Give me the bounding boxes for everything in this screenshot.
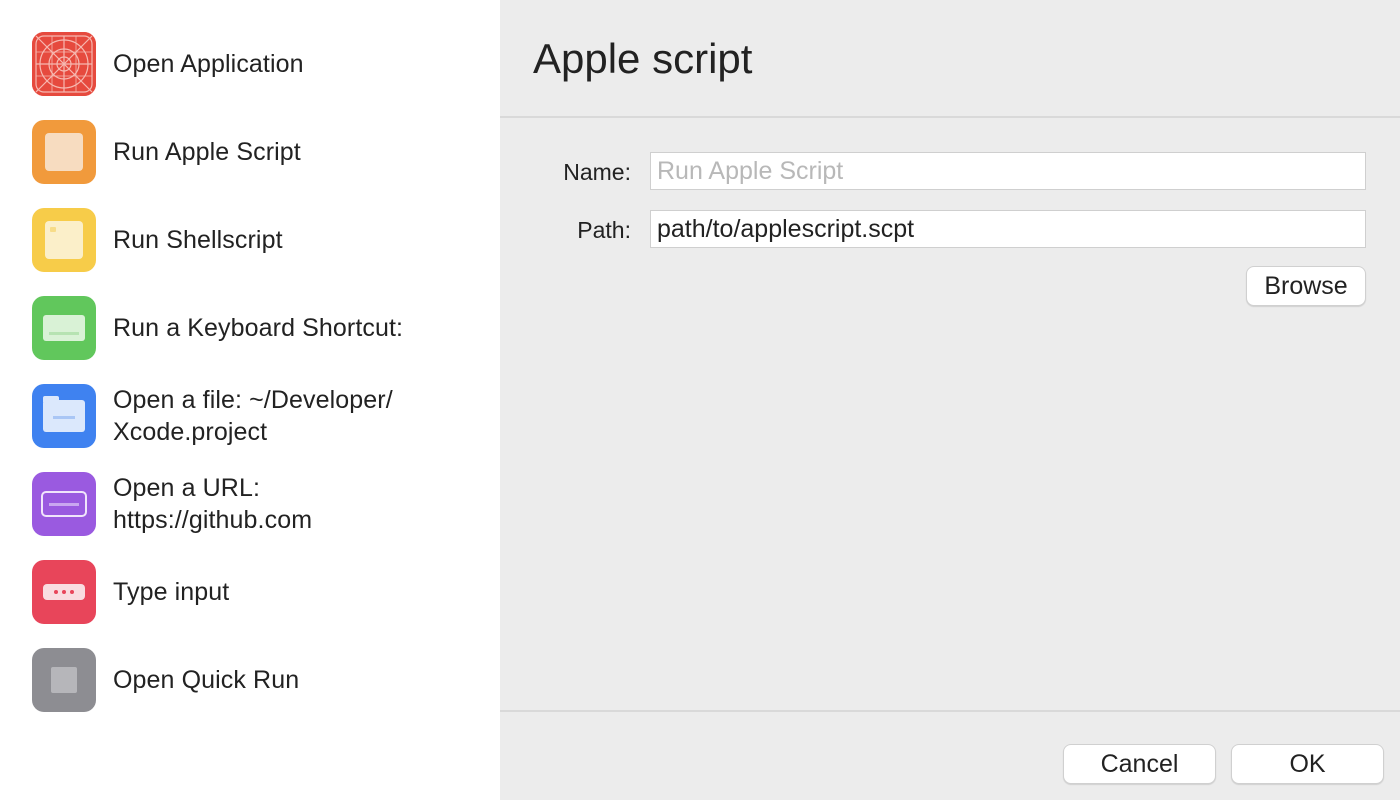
path-field[interactable]	[650, 210, 1366, 248]
name-label: Name:	[563, 159, 631, 185]
text-input-icon	[32, 560, 96, 624]
action-run-shellscript[interactable]: Run Shellscript	[0, 208, 500, 272]
name-field[interactable]	[650, 152, 1366, 190]
shellscript-icon	[32, 208, 96, 272]
divider	[500, 710, 1400, 712]
browse-button[interactable]: Browse	[1246, 266, 1366, 306]
action-run-apple-script[interactable]: Run Apple Script	[0, 120, 500, 184]
action-label: Open a file: ~/Developer/ Xcode.project	[113, 386, 393, 446]
action-label: Run Shellscript	[113, 226, 283, 254]
action-run-keyboard-shortcut[interactable]: Run a Keyboard Shortcut:	[0, 296, 500, 360]
keyboard-icon	[32, 296, 96, 360]
panel-title: Apple script	[533, 35, 753, 82]
action-label: Open Application	[113, 50, 304, 78]
cancel-button[interactable]: Cancel	[1063, 744, 1216, 784]
folder-icon	[32, 384, 96, 448]
applescript-icon	[32, 120, 96, 184]
ok-button[interactable]: OK	[1231, 744, 1384, 784]
quick-run-icon	[32, 648, 96, 712]
actions-sidebar: Open Application Run Apple Script Run Sh…	[0, 0, 500, 800]
browser-window-icon	[32, 472, 96, 536]
action-label: Type input	[113, 578, 230, 606]
action-open-url[interactable]: Open a URL: https://github.com	[0, 472, 500, 536]
path-label: Path:	[577, 217, 631, 243]
action-label: Run a Keyboard Shortcut:	[113, 314, 404, 342]
divider	[500, 116, 1400, 118]
action-open-file[interactable]: Open a file: ~/Developer/ Xcode.project	[0, 384, 500, 448]
action-label: Open Quick Run	[113, 666, 300, 694]
app-grid-icon	[32, 32, 96, 96]
action-label: Open a URL: https://github.com	[113, 474, 313, 534]
action-open-quick-run[interactable]: Open Quick Run	[0, 648, 500, 712]
action-type-input[interactable]: Type input	[0, 560, 500, 624]
action-open-application[interactable]: Open Application	[0, 32, 500, 96]
action-label: Run Apple Script	[113, 138, 301, 166]
action-editor-panel: Apple script Name: Path: Browse Cancel O…	[500, 0, 1400, 800]
